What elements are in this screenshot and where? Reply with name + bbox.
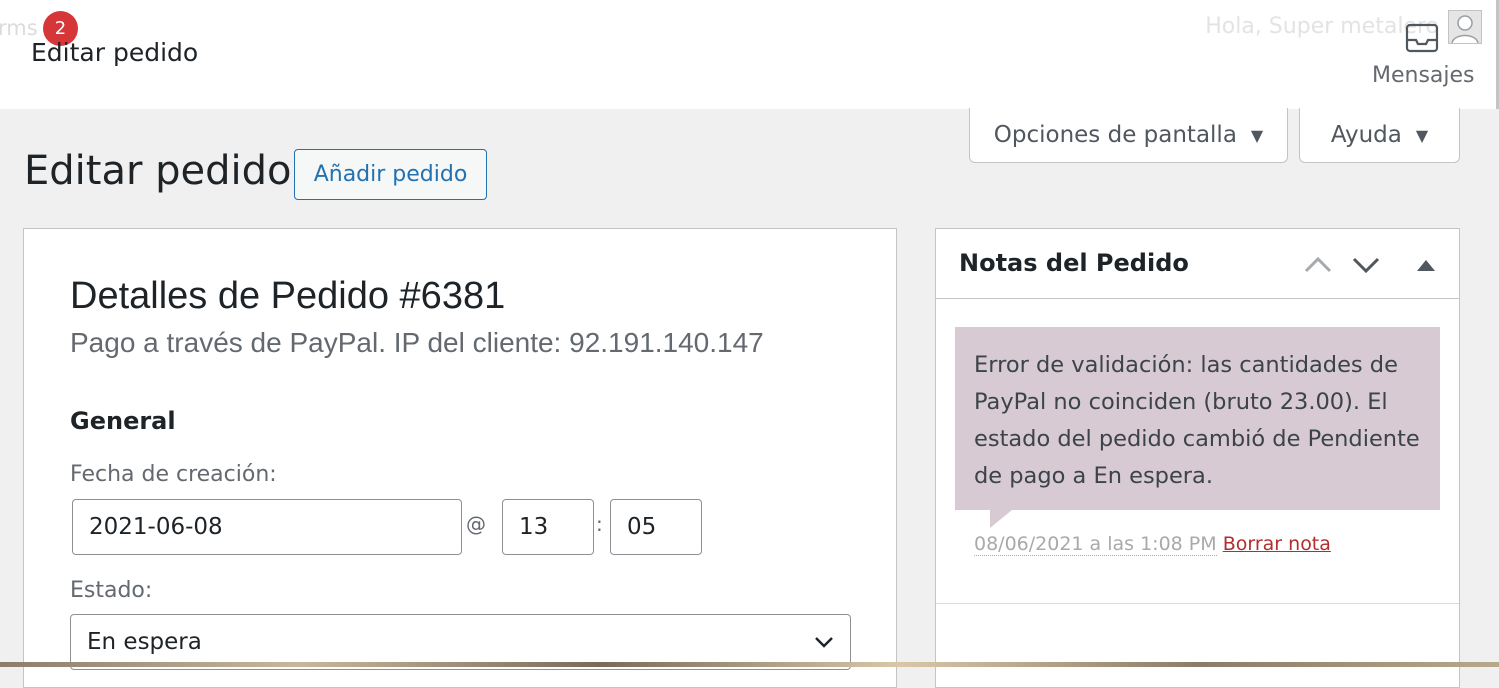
- note-bubble-tail: [990, 510, 1012, 528]
- time-separator: :: [596, 512, 603, 536]
- screen-options-button[interactable]: Opciones de pantalla ▼: [969, 108, 1288, 163]
- order-title: Detalles de Pedido #6381: [70, 275, 506, 317]
- add-order-button[interactable]: Añadir pedido: [294, 149, 487, 200]
- help-label: Ayuda: [1330, 122, 1402, 148]
- topbar-page-title: Editar pedido: [31, 38, 199, 67]
- screen-options-label: Opciones de pantalla: [993, 122, 1237, 148]
- order-notes-panel: Notas del Pedido Error de validación: la…: [935, 228, 1460, 688]
- chevron-up-icon[interactable]: [1302, 251, 1334, 279]
- general-section-heading: General: [70, 407, 176, 435]
- admin-topbar: rms 2 Editar pedido Hola, Super metalero…: [0, 0, 1499, 109]
- bottom-edge-strip: [0, 662, 1499, 667]
- divider: [936, 603, 1459, 604]
- triangle-up-icon[interactable]: [1410, 251, 1442, 279]
- creation-date-label: Fecha de creación:: [70, 462, 277, 487]
- inbox-icon[interactable]: [1404, 22, 1440, 54]
- triangle-down-icon: ▼: [1250, 125, 1264, 145]
- messages-link[interactable]: Mensajes: [1372, 63, 1475, 88]
- help-button[interactable]: Ayuda ▼: [1299, 108, 1460, 163]
- breadcrumb-fragment: rms: [0, 16, 38, 40]
- order-note: Error de validación: las cantidades de P…: [955, 327, 1440, 510]
- delete-note-link[interactable]: Borrar nota: [1223, 533, 1331, 555]
- triangle-down-icon: ▼: [1415, 125, 1429, 145]
- chevron-down-icon[interactable]: [1350, 251, 1382, 279]
- page-title: Editar pedido: [24, 148, 292, 194]
- note-date: 08/06/2021 a las 1:08 PM: [974, 533, 1217, 556]
- chevron-down-icon: [814, 632, 834, 652]
- at-separator: @: [466, 512, 486, 536]
- minute-field[interactable]: 05: [610, 499, 702, 555]
- user-avatar[interactable]: [1448, 10, 1482, 44]
- creation-date-field[interactable]: 2021-06-08: [72, 499, 462, 555]
- order-details-panel: Detalles de Pedido #6381 Pago a través d…: [23, 228, 897, 688]
- note-meta: 08/06/2021 a las 1:08 PM Borrar nota: [974, 533, 1331, 556]
- notes-panel-title: Notas del Pedido: [959, 249, 1189, 277]
- status-selected-value: En espera: [87, 629, 202, 655]
- hour-field[interactable]: 13: [502, 499, 594, 555]
- status-label: Estado:: [70, 578, 153, 603]
- order-payment-info: Pago a través de PayPal. IP del cliente:…: [70, 327, 764, 358]
- notes-panel-header: Notas del Pedido: [936, 229, 1459, 299]
